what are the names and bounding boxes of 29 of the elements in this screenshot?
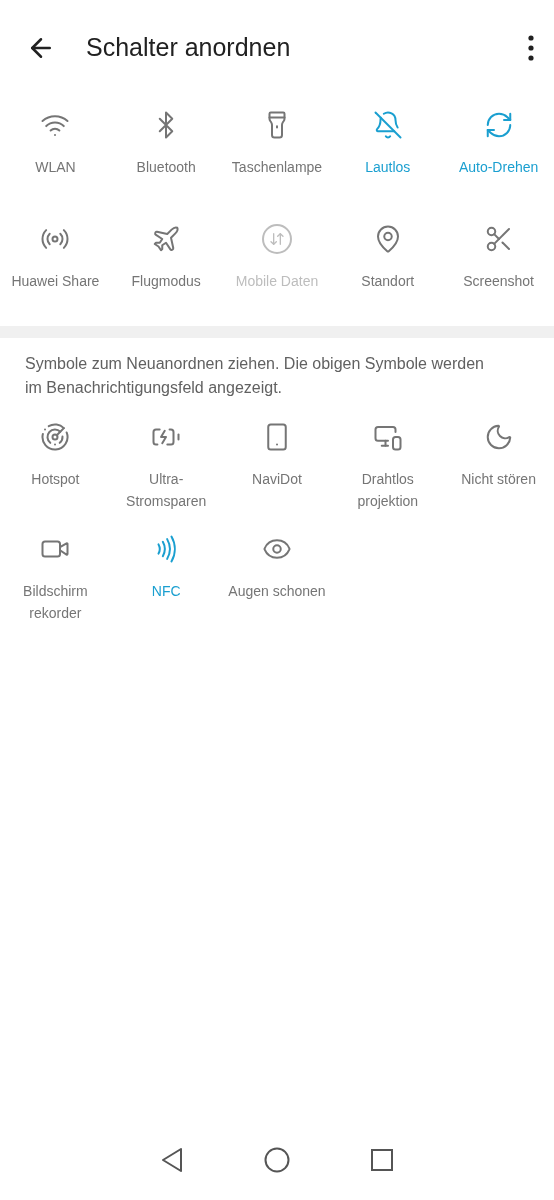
tile-label: Ultra-Stromsparen [125,470,208,511]
tile-label: WLAN [35,158,76,177]
tile-label: Hotspot [31,470,80,489]
tile-label: Nicht stören [461,470,536,489]
recents-nav-icon[interactable] [370,1148,394,1172]
tile-label: Mobile Daten [235,272,319,291]
tile-label: Screenshot [463,272,534,291]
tile-label: Drahtlos projektion [356,470,420,511]
more-button[interactable] [528,35,534,61]
tile-label: Augen schonen [228,582,326,601]
tile-label: Lautlos [365,158,411,177]
tile-label: Bildschirm rekorder [22,582,89,623]
hotspot-icon [40,422,71,452]
tile-label: Bluetooth [136,158,196,177]
page-title: Schalter anordnen [86,32,292,64]
tile-label: NFC [151,582,181,601]
tile-label: Auto-Drehen [458,158,539,177]
more-icon [528,35,534,61]
tile-label: Standort [361,272,415,291]
home-nav-icon[interactable] [264,1147,290,1173]
bell-off-icon [372,110,403,140]
back-nav-icon[interactable] [160,1147,184,1173]
tile-label: NaviDot [252,470,302,489]
tile-label: Huawei Share [11,272,100,291]
data-arrows-icon [262,224,292,254]
hint-text: Symbole zum Neuanordnen ziehen. Die obigen Symbole werden im Benachrichtigungsfeld angezeigt. [24,354,485,398]
tile-label: Flugmodus [131,272,201,291]
tile-label: Taschenlampe [231,158,323,177]
airplane-icon [151,224,182,254]
